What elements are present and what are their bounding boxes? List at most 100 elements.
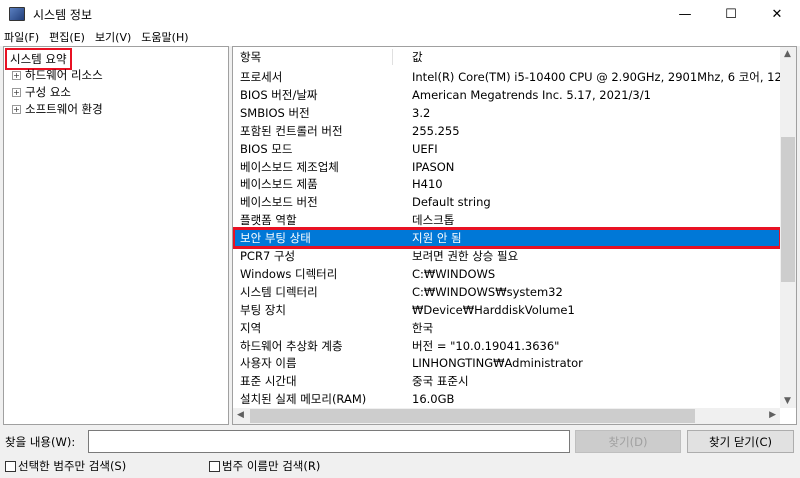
table-row[interactable]: 베이스보드 제조업체 IPASON bbox=[234, 158, 780, 176]
row-value: H410 bbox=[412, 177, 443, 192]
checkbox-label: 범주 이름만 검색(R) bbox=[222, 459, 321, 473]
search-category-names-checkbox[interactable]: 범주 이름만 검색(R) bbox=[209, 458, 320, 474]
checkbox-label: 선택한 범주만 검색(S) bbox=[18, 459, 127, 473]
category-tree: 시스템 요약 + 하드웨어 리소스 + 구성 요소 + 소프트웨어 환경 bbox=[3, 46, 229, 425]
row-item: 사용자 이름 bbox=[240, 356, 297, 371]
row-item: 포함된 컨트롤러 버전 bbox=[240, 123, 343, 138]
table-row[interactable]: 베이스보드 버전 Default string bbox=[234, 193, 780, 211]
row-value: 255.255 bbox=[412, 123, 460, 138]
table-row[interactable]: 포함된 컨트롤러 버전 255.255 bbox=[234, 122, 780, 140]
scroll-left-icon[interactable]: ◀ bbox=[237, 410, 244, 420]
list-header: 항목 값 bbox=[233, 47, 781, 67]
menu-bar: 파일(F) 편집(E) 보기(V) 도움말(H) bbox=[0, 28, 800, 46]
row-item: PCR7 구성 bbox=[240, 249, 296, 263]
row-value: UEFI bbox=[412, 141, 438, 156]
row-item: 부팅 장치 bbox=[240, 302, 286, 317]
column-header-value[interactable]: 값 bbox=[412, 49, 423, 65]
row-item: 설치된 실제 메모리(RAM) bbox=[240, 392, 367, 407]
close-button[interactable]: ✕ bbox=[754, 0, 800, 28]
menu-edit[interactable]: 편집(E) bbox=[49, 29, 85, 45]
checkbox-icon[interactable] bbox=[5, 460, 16, 472]
row-item: Windows 디렉터리 bbox=[240, 266, 338, 281]
row-value: 보려면 권한 상승 필요 bbox=[412, 249, 519, 263]
scroll-up-icon[interactable]: ▲ bbox=[784, 49, 791, 59]
row-value: 데스크톱 bbox=[412, 213, 455, 228]
table-row[interactable]: 표준 시간대 중국 표준시 bbox=[234, 372, 780, 390]
table-row[interactable]: 베이스보드 제품 H410 bbox=[234, 175, 780, 193]
vertical-scroll-thumb[interactable] bbox=[781, 137, 795, 282]
column-header-item[interactable]: 항목 bbox=[240, 49, 261, 65]
table-row[interactable]: BIOS 버전/날짜 American Megatrends Inc. 5.17,… bbox=[234, 86, 780, 104]
table-row[interactable]: BIOS 모드 UEFI bbox=[234, 140, 780, 158]
table-row[interactable]: PCR7 구성 보려면 권한 상승 필요 bbox=[234, 247, 780, 265]
row-value: 지원 안 됨 bbox=[412, 231, 462, 246]
tree-item-label: 하드웨어 리소스 bbox=[25, 68, 103, 82]
window-title: 시스템 정보 bbox=[33, 7, 93, 22]
expand-icon[interactable]: + bbox=[12, 104, 21, 114]
row-value: C:₩WINDOWS bbox=[412, 266, 496, 281]
row-value: LINHONGTING₩Administrator bbox=[412, 356, 583, 371]
table-row[interactable]: 지역 한국 bbox=[234, 319, 780, 337]
details-list: 항목 값 프로세서 Intel(R) Core(TM) i5-10400 CPU … bbox=[232, 46, 797, 425]
checkbox-icon[interactable] bbox=[209, 460, 220, 472]
vertical-scrollbar[interactable]: ▲ ▼ bbox=[780, 47, 796, 408]
row-item: SMBIOS 버전 bbox=[240, 105, 310, 120]
table-row[interactable]: 부팅 장치 ₩Device₩HarddiskVolume1 bbox=[234, 301, 780, 319]
search-selected-category-checkbox[interactable]: 선택한 범주만 검색(S) bbox=[5, 458, 126, 474]
find-label: 찾을 내용(W): bbox=[5, 435, 76, 449]
row-item: 하드웨어 추상화 계층 bbox=[240, 338, 343, 353]
scroll-right-icon[interactable]: ▶ bbox=[769, 410, 776, 420]
table-row[interactable]: 플랫폼 역할 데스크톱 bbox=[234, 211, 780, 229]
tree-item-hardware-resources[interactable]: + 하드웨어 리소스 bbox=[12, 67, 103, 83]
table-row[interactable]: 보안 부팅 상태 지원 안 됨 bbox=[233, 227, 782, 250]
row-item: BIOS 버전/날짜 bbox=[240, 87, 318, 102]
table-row[interactable]: 프로세서 Intel(R) Core(TM) i5-10400 CPU @ 2.9… bbox=[234, 68, 796, 86]
horizontal-scroll-thumb[interactable] bbox=[250, 409, 695, 423]
row-value: Default string bbox=[412, 195, 491, 210]
horizontal-scrollbar[interactable]: ◀ ▶ bbox=[233, 408, 780, 424]
row-item: BIOS 모드 bbox=[240, 141, 293, 156]
row-item: 지역 bbox=[240, 320, 262, 335]
table-row[interactable]: 설치된 실제 메모리(RAM) 16.0GB bbox=[234, 390, 780, 408]
row-value: 버전 = "10.0.19041.3636" bbox=[412, 338, 560, 353]
system-info-icon bbox=[9, 7, 25, 21]
row-value: 3.2 bbox=[412, 105, 431, 120]
tree-item-software-environment[interactable]: + 소프트웨어 환경 bbox=[12, 101, 103, 117]
row-value: 16.0GB bbox=[412, 392, 455, 407]
column-divider[interactable] bbox=[392, 49, 393, 65]
table-row[interactable]: Windows 디렉터리 C:₩WINDOWS bbox=[234, 265, 780, 283]
table-row[interactable]: SMBIOS 버전 3.2 bbox=[234, 104, 780, 122]
menu-file[interactable]: 파일(F) bbox=[4, 29, 39, 45]
row-value: 중국 표준시 bbox=[412, 374, 469, 389]
find-bar: 찾을 내용(W): 찾기(D) 찾기 닫기(C) bbox=[0, 430, 800, 454]
menu-help[interactable]: 도움말(H) bbox=[141, 29, 188, 45]
row-value: 한국 bbox=[412, 320, 434, 335]
row-item: 베이스보드 제조업체 bbox=[240, 159, 339, 174]
tree-item-label: 소프트웨어 환경 bbox=[25, 102, 103, 116]
menu-view[interactable]: 보기(V) bbox=[95, 29, 131, 45]
expand-icon[interactable]: + bbox=[12, 70, 21, 80]
scroll-down-icon[interactable]: ▼ bbox=[784, 396, 791, 406]
find-input[interactable] bbox=[88, 430, 570, 453]
row-item: 시스템 디렉터리 bbox=[240, 284, 318, 299]
row-value: American Megatrends Inc. 5.17, 2021/3/1 bbox=[412, 87, 651, 102]
tree-item-label: 구성 요소 bbox=[25, 85, 71, 99]
row-item: 베이스보드 제품 bbox=[240, 177, 318, 192]
find-button[interactable]: 찾기(D) bbox=[575, 430, 681, 453]
row-value: Intel(R) Core(TM) i5-10400 CPU @ 2.90GHz… bbox=[412, 70, 797, 84]
close-find-button[interactable]: 찾기 닫기(C) bbox=[687, 430, 794, 453]
tree-item-components[interactable]: + 구성 요소 bbox=[12, 84, 71, 100]
expand-icon[interactable]: + bbox=[12, 87, 21, 97]
row-item: 프로세서 bbox=[240, 70, 283, 84]
row-item: 플랫폼 역할 bbox=[240, 213, 297, 228]
row-value: ₩Device₩HarddiskVolume1 bbox=[412, 302, 575, 317]
table-row[interactable]: 하드웨어 추상화 계층 버전 = "10.0.19041.3636" bbox=[234, 337, 780, 355]
table-row[interactable]: 시스템 디렉터리 C:₩WINDOWS₩system32 bbox=[234, 283, 780, 301]
title-bar: 시스템 정보 — ☐ ✕ bbox=[0, 0, 800, 28]
table-row[interactable]: 사용자 이름 LINHONGTING₩Administrator bbox=[234, 354, 780, 372]
minimize-button[interactable]: — bbox=[662, 0, 708, 28]
row-item: 보안 부팅 상태 bbox=[240, 231, 311, 246]
maximize-button[interactable]: ☐ bbox=[708, 0, 754, 28]
row-item: 표준 시간대 bbox=[240, 374, 297, 389]
row-item: 베이스보드 버전 bbox=[240, 195, 318, 210]
